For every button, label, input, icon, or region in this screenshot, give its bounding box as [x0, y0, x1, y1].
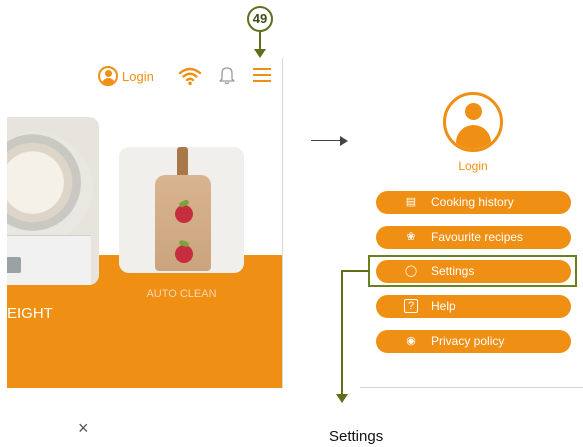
menu-item-label: Favourite recipes [431, 230, 524, 244]
close-icon[interactable]: × [78, 418, 89, 439]
user-icon [98, 66, 118, 86]
top-login-label: Login [122, 69, 154, 84]
transition-arrow-line [311, 140, 341, 141]
recipe-icon: ❀ [406, 231, 416, 243]
step-arrow-line [259, 32, 261, 50]
auto-clean-card-label: AUTO CLEAN [146, 288, 217, 300]
history-icon: ▤ [405, 196, 417, 208]
hamburger-menu-icon[interactable] [253, 67, 271, 83]
step-number: 49 [252, 11, 268, 26]
menu-item-privacy-policy[interactable]: ◉ Privacy policy [376, 330, 571, 353]
help-icon: ? [404, 299, 418, 313]
settings-highlight-box [368, 255, 577, 287]
profile-avatar-icon[interactable] [443, 92, 503, 152]
callout-line-vertical [341, 270, 343, 394]
menu-item-cooking-history[interactable]: ▤ Cooking history [376, 191, 571, 214]
tomato-image [175, 205, 193, 223]
scale-display-image [7, 257, 21, 273]
weight-card-label: EIGHT [7, 305, 53, 322]
wifi-icon[interactable] [178, 66, 202, 86]
menu-item-label: Privacy policy [431, 334, 505, 348]
bell-icon[interactable] [218, 65, 236, 85]
callout-arrow-head [336, 394, 348, 403]
auto-clean-card-image[interactable] [119, 147, 244, 273]
menu-item-favourite-recipes[interactable]: ❀ Favourite recipes [376, 226, 571, 249]
step-arrow-head [254, 49, 266, 58]
settings-result-title: Settings [329, 428, 384, 445]
callout-line-horizontal [342, 270, 369, 272]
menu-item-label: Help [431, 299, 456, 313]
step-marker: 49 [247, 6, 273, 32]
menu-bottom-divider [360, 387, 583, 388]
shield-icon: ◉ [406, 335, 416, 347]
menu-item-help[interactable]: ? Help [376, 295, 571, 318]
screen-divider [282, 58, 283, 388]
menu-item-label: Cooking history [431, 195, 514, 209]
weight-card-image[interactable] [7, 117, 99, 285]
transition-arrow-head [340, 136, 348, 146]
tomato-image [175, 245, 193, 263]
flour-bowl-image [7, 133, 93, 243]
app-home-screen: Login EIGHT AUTO CLEAN [7, 58, 282, 388]
menu-login-label[interactable]: Login [443, 159, 503, 173]
top-login-button[interactable]: Login [98, 66, 158, 88]
